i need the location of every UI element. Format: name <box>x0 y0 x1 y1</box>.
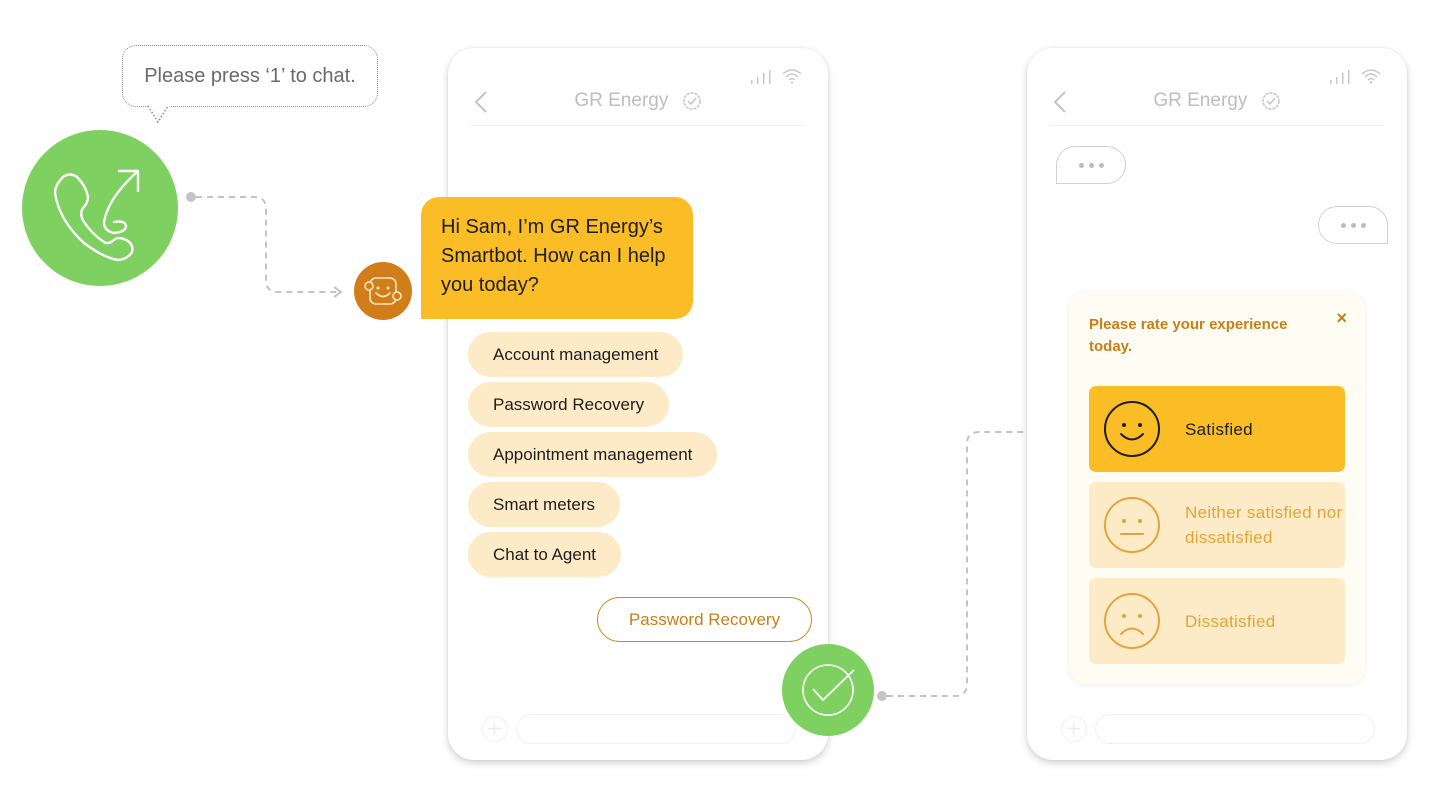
smartbot-icon <box>364 277 402 305</box>
chat-title: GR Energy <box>448 90 828 112</box>
status-bar <box>750 68 802 84</box>
neutral-face-icon <box>1104 497 1160 553</box>
call-step-badge <box>22 130 178 286</box>
add-attachment-button[interactable] <box>482 716 508 742</box>
bot-message-bubble: Hi Sam, I’m GR Energy’s Smartbot. How ca… <box>421 197 693 319</box>
typing-indicator-incoming <box>1056 146 1126 184</box>
header-divider <box>470 125 806 126</box>
rating-option-satisfied[interactable]: Satisfied <box>1089 386 1345 472</box>
header-divider <box>1049 125 1385 126</box>
close-icon[interactable]: × <box>1336 308 1347 329</box>
user-reply-bubble: Password Recovery <box>597 597 812 642</box>
connector-start-dot <box>877 691 887 701</box>
rating-title: Please rate your experience today. <box>1089 316 1288 355</box>
verified-badge-icon <box>682 92 701 110</box>
wifi-icon <box>1361 69 1381 84</box>
phone-outgoing-icon <box>53 169 140 262</box>
rating-option-label: Neither satisfied nor dissatisfied <box>1185 503 1343 547</box>
quick-reply-list: Account management Password Recovery App… <box>468 332 718 577</box>
plus-icon <box>1067 722 1080 735</box>
speech-bubble-tail <box>148 104 170 124</box>
rating-option-neutral[interactable]: Neither satisfied nor dissatisfied <box>1089 482 1345 568</box>
signal-icon <box>751 70 771 84</box>
status-bar <box>1329 68 1381 84</box>
quick-reply-account-management[interactable]: Account management <box>468 332 684 377</box>
wifi-icon <box>782 69 802 84</box>
user-reply-text: Password Recovery <box>628 609 781 629</box>
connector-call-to-bot <box>186 192 343 298</box>
rating-option-label: Dissatisfied <box>1185 611 1276 631</box>
ivr-prompt-bubble: Please press ‘1’ to chat. <box>122 45 378 107</box>
chat-title-text: GR Energy <box>1153 90 1248 111</box>
quick-reply-chat-to-agent[interactable]: Chat to Agent <box>468 532 622 577</box>
smile-face-icon <box>1104 401 1160 457</box>
checkmark-icon <box>802 664 855 716</box>
rating-option-dissatisfied[interactable]: Dissatisfied <box>1089 578 1345 664</box>
message-input[interactable] <box>1095 714 1375 744</box>
quick-reply-password-recovery[interactable]: Password Recovery <box>468 382 670 427</box>
quick-reply-smart-meters[interactable]: Smart meters <box>468 482 621 527</box>
add-attachment-button[interactable] <box>1061 716 1087 742</box>
quick-reply-appointment-management[interactable]: Appointment management <box>468 432 718 477</box>
rating-survey-card: Please rate your experience today. × Sat… <box>1069 292 1365 684</box>
verified-badge-icon <box>1261 92 1280 110</box>
completed-step-badge <box>782 644 874 736</box>
sad-face-icon <box>1104 593 1160 649</box>
typing-indicator-outgoing <box>1318 206 1388 244</box>
chat-title-text: GR Energy <box>574 90 669 111</box>
chat-header: GR Energy <box>1027 86 1407 116</box>
ivr-prompt-text: Please press ‘1’ to chat. <box>144 64 356 87</box>
connector-start-dot <box>186 192 196 202</box>
message-input[interactable] <box>516 714 796 744</box>
signal-icon <box>1330 70 1350 84</box>
chat-header: GR Energy <box>448 86 828 116</box>
plus-icon <box>488 722 501 735</box>
smartbot-avatar <box>354 262 412 320</box>
bot-message-text: Hi Sam, I’m GR Energy’s Smartbot. How ca… <box>441 216 666 296</box>
rating-option-label: Satisfied <box>1185 419 1253 439</box>
chat-title: GR Energy <box>1027 90 1407 112</box>
